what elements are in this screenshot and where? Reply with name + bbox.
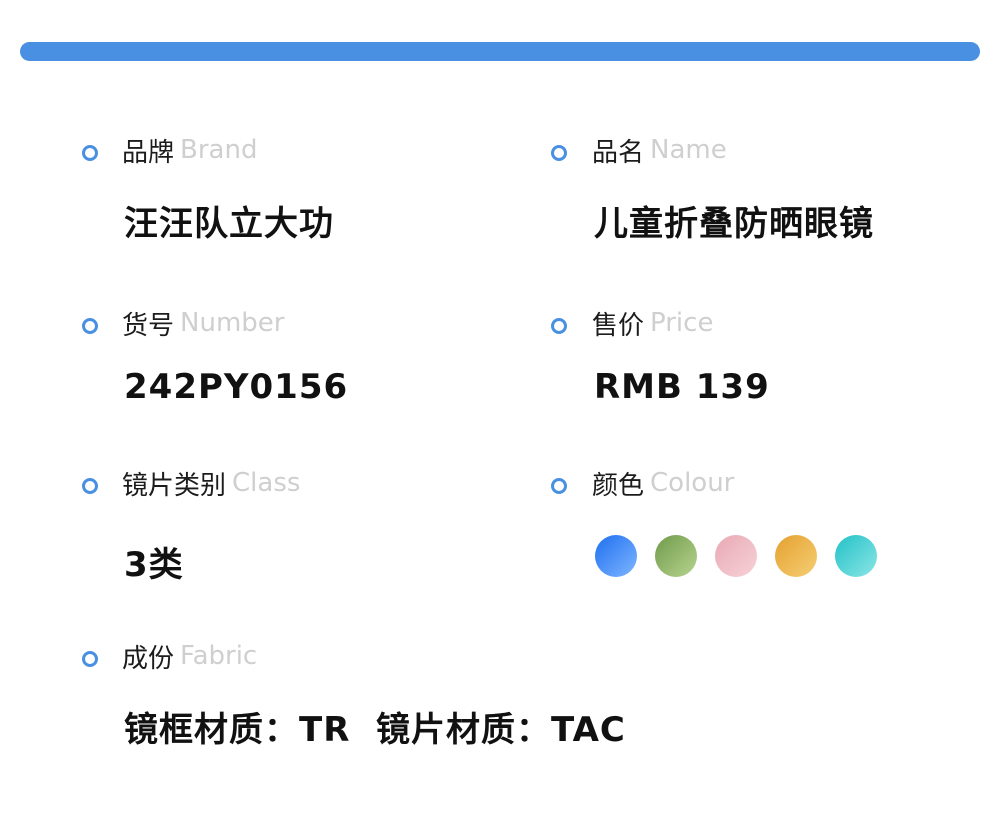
price-value: RMB 139 bbox=[594, 367, 770, 407]
colour-swatch-3[interactable] bbox=[715, 535, 757, 577]
fabric-label-en: Fabric bbox=[180, 641, 258, 671]
class-value: 3类 bbox=[124, 545, 184, 585]
name-value: 儿童折叠防晒眼镜 bbox=[594, 204, 874, 244]
colour-label: 颜色 Colour bbox=[592, 467, 735, 501]
bullet-icon bbox=[551, 318, 567, 334]
class-label-en: Class bbox=[232, 468, 301, 498]
colour-swatches bbox=[595, 535, 877, 577]
price-label-en: Price bbox=[650, 308, 714, 338]
colour-swatch-5[interactable] bbox=[835, 535, 877, 577]
class-label: 镜片类别 Class bbox=[122, 467, 301, 501]
bullet-icon bbox=[551, 478, 567, 494]
number-label: 货号 Number bbox=[122, 307, 285, 341]
number-value: 242PY0156 bbox=[124, 367, 349, 407]
brand-label-en: Brand bbox=[180, 135, 258, 165]
bullet-icon bbox=[82, 651, 98, 667]
colour-swatch-2[interactable] bbox=[655, 535, 697, 577]
fabric-value: 镜框材质：TR 镜片材质：TAC bbox=[124, 710, 626, 750]
colour-label-cn: 颜色 bbox=[592, 470, 645, 501]
name-label-en: Name bbox=[650, 135, 727, 165]
price-label: 售价 Price bbox=[592, 307, 714, 341]
bullet-icon bbox=[82, 145, 98, 161]
colour-swatch-1[interactable] bbox=[595, 535, 637, 577]
brand-label-cn: 品牌 bbox=[122, 137, 175, 168]
brand-label: 品牌 Brand bbox=[122, 134, 258, 168]
price-label-cn: 售价 bbox=[592, 310, 645, 341]
class-label-cn: 镜片类别 bbox=[122, 470, 227, 501]
fabric-label: 成份 Fabric bbox=[122, 640, 258, 674]
colour-swatch-4[interactable] bbox=[775, 535, 817, 577]
bullet-icon bbox=[82, 478, 98, 494]
name-label-cn: 品名 bbox=[592, 137, 645, 168]
fabric-label-cn: 成份 bbox=[122, 643, 175, 674]
brand-value: 汪汪队立大功 bbox=[124, 204, 334, 244]
top-accent-bar bbox=[20, 42, 980, 61]
bullet-icon bbox=[551, 145, 567, 161]
number-label-en: Number bbox=[180, 308, 285, 338]
name-label: 品名 Name bbox=[592, 134, 727, 168]
number-label-cn: 货号 bbox=[122, 310, 175, 341]
colour-label-en: Colour bbox=[650, 468, 735, 498]
bullet-icon bbox=[82, 318, 98, 334]
